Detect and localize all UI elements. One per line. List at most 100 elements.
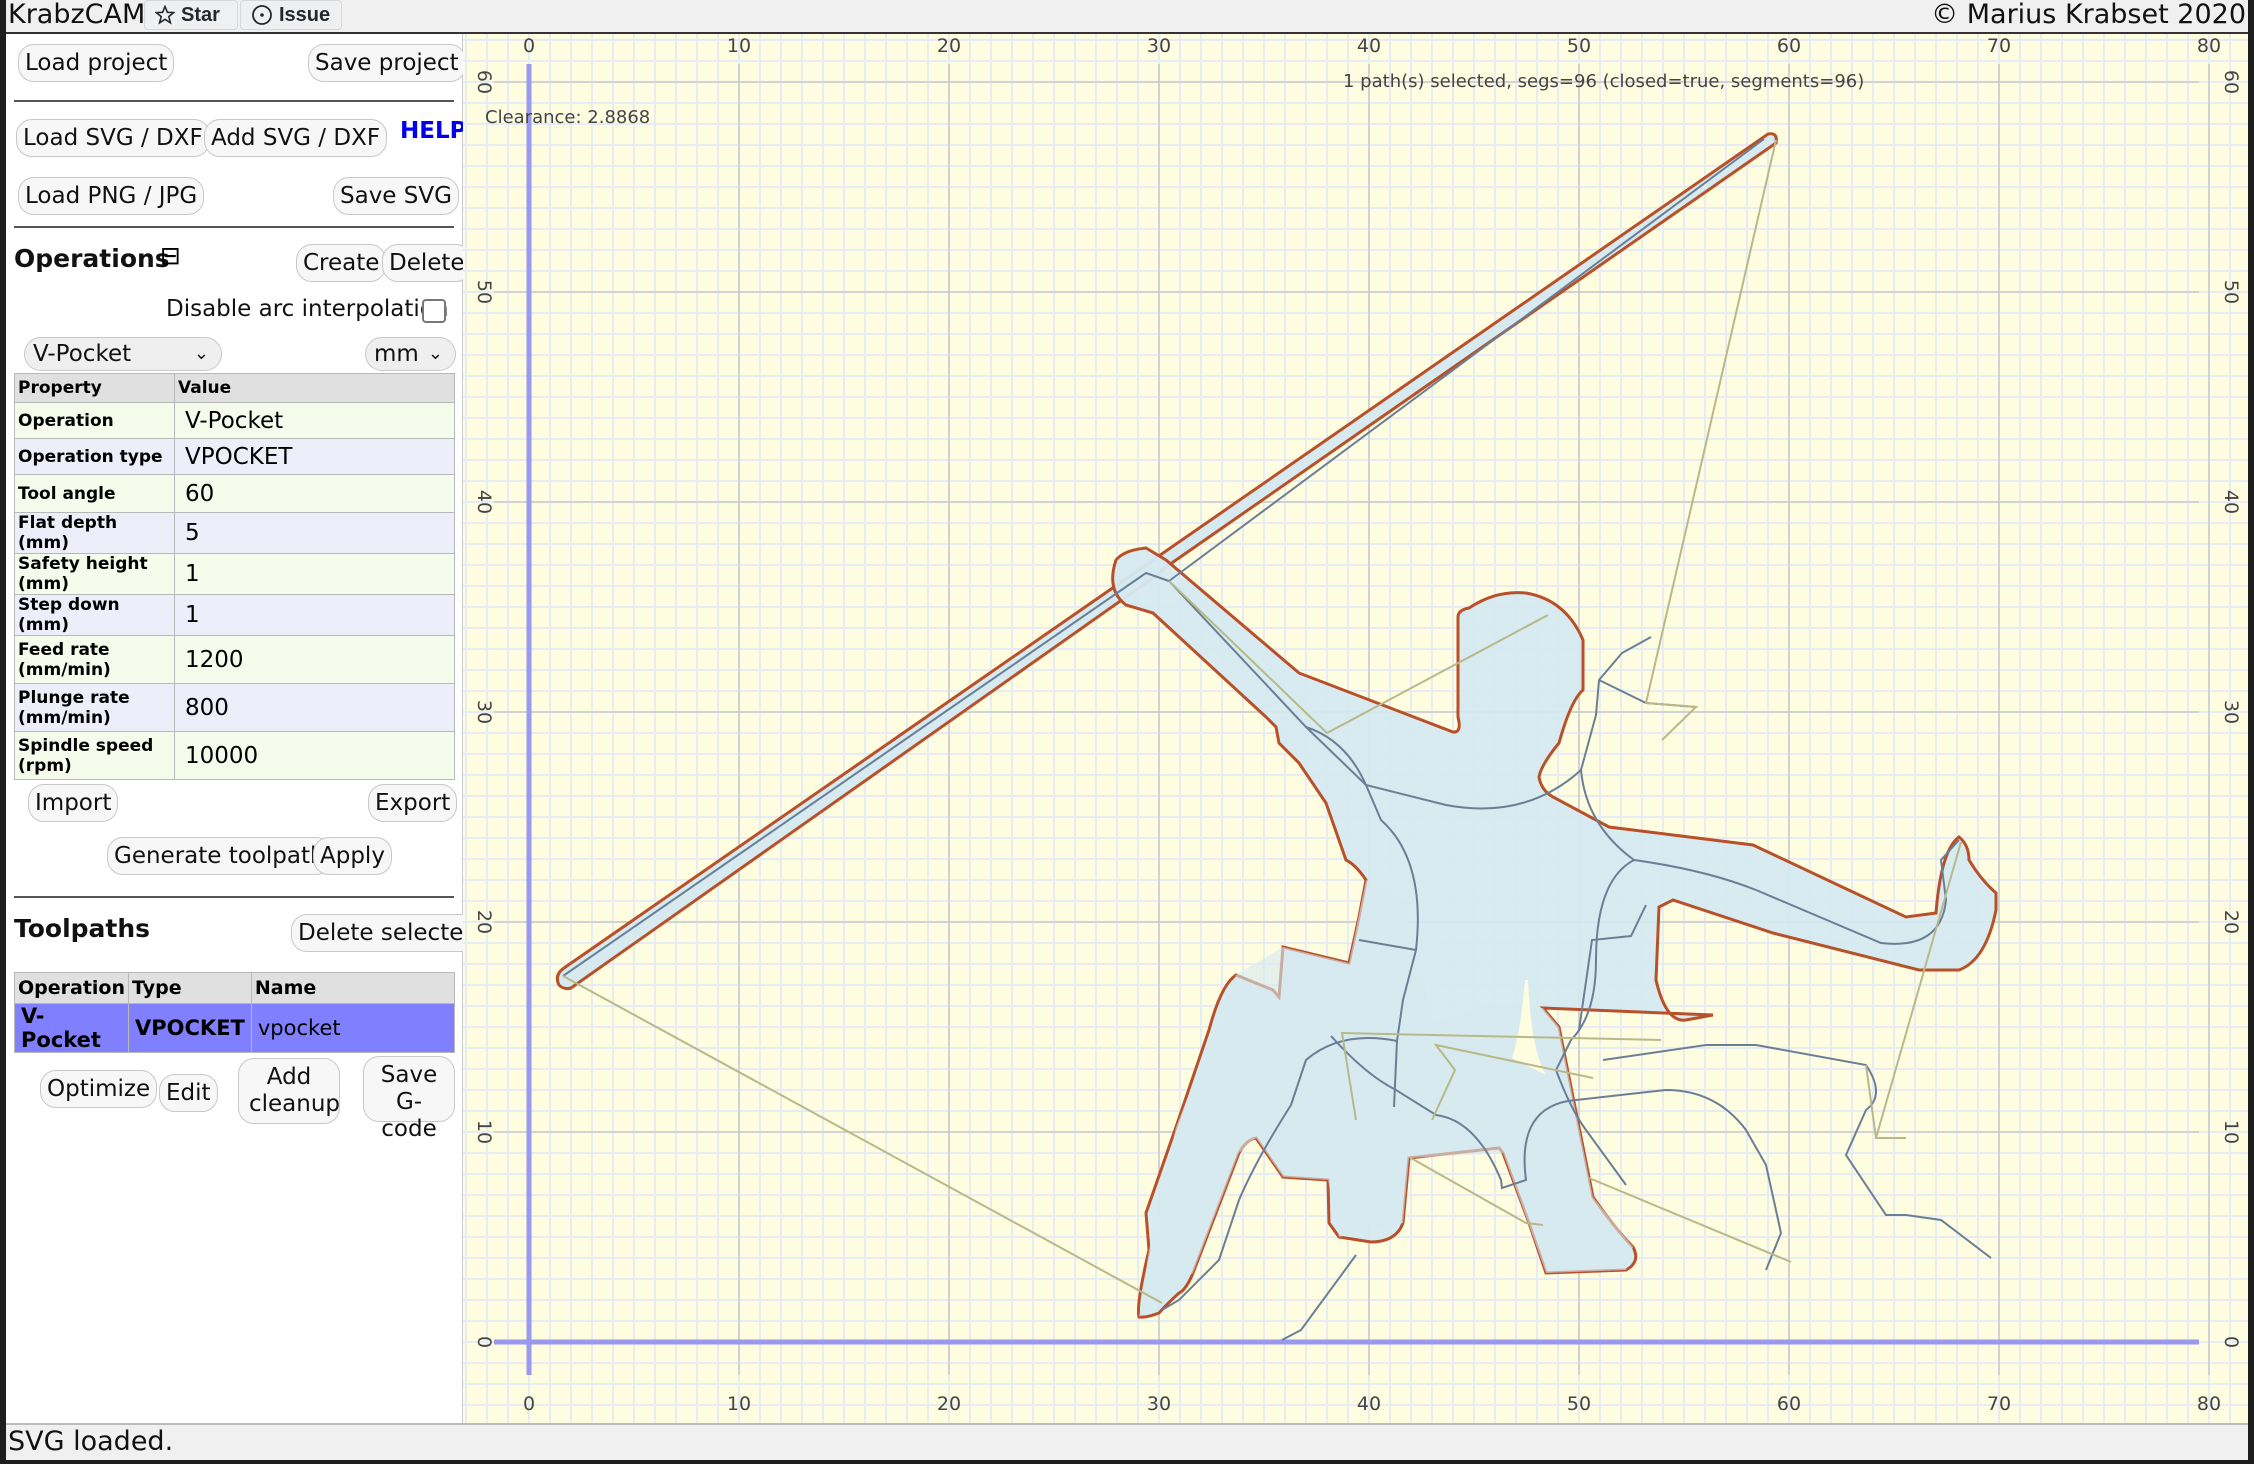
load-png-button[interactable]: Load PNG / JPG [18,177,205,215]
toolpath-operation: V-Pocket [13,1003,130,1053]
operation-header: Operation [13,972,130,1004]
property-name: Operation type [14,438,175,475]
github-star-button[interactable]: Star [144,0,238,30]
delete-operation-button[interactable]: Delete [382,244,472,282]
property-value-input[interactable]: V-Pocket [174,402,455,439]
y-tick-label-right: 30 [2220,700,2242,724]
property-row: Operation type VPOCKET [14,438,455,475]
clearance-label: Clearance: 2.8868 [485,107,650,128]
star-label: Star [181,3,220,26]
app-title: KrabzCAM [8,0,146,30]
divider [14,896,454,898]
property-value-input[interactable]: 60 [174,474,455,513]
status-bar: SVG loaded. [6,1423,2248,1460]
delete-selected-button[interactable]: Delete selected [291,914,485,952]
y-tick-label-left: 30 [473,700,495,724]
y-tick-label-left: 20 [473,910,495,934]
properties-table: Property Value Operation V-Pocket Operatio… [14,373,455,780]
property-name: Spindle speed (rpm) [14,731,175,780]
load-project-button[interactable]: Load project [18,44,175,82]
issue-icon [252,5,272,25]
x-tick-label-top: 10 [727,35,751,57]
property-name: Feed rate (mm/min) [14,635,175,684]
property-name: Flat depth (mm) [14,512,175,554]
disable-arc-label: Disable arc interpolation [166,296,449,322]
unit-select[interactable]: mm ⌄ [365,337,456,371]
property-name: Safety height (mm) [14,553,175,595]
operations-title: Operations [14,244,170,273]
add-svg-button[interactable]: Add SVG / DXF [204,119,388,157]
y-tick-label-left: 0 [473,1336,495,1348]
save-project-button[interactable]: Save project [308,44,466,82]
property-value-input[interactable]: 800 [174,683,455,732]
disable-arc-checkbox[interactable] [422,299,446,323]
property-value-input[interactable]: 10000 [174,731,455,780]
property-row: Tool angle 60 [14,474,455,513]
load-svg-button[interactable]: Load SVG / DXF [16,119,210,157]
x-tick-label-bottom: 80 [2197,1393,2221,1415]
status-text: SVG loaded. [8,1426,174,1457]
save-gcode-button[interactable]: Save G-code [363,1056,455,1142]
help-link[interactable]: HELP [400,118,466,144]
property-value-input[interactable]: 1200 [174,635,455,684]
y-tick-label-right: 40 [2220,490,2242,514]
property-value-input[interactable]: 5 [174,512,455,554]
property-name: Plunge rate (mm/min) [14,683,175,732]
x-tick-label-bottom: 10 [727,1393,751,1415]
github-issue-button[interactable]: Issue [240,0,342,30]
generate-toolpath-button[interactable]: Generate toolpath [107,837,332,875]
divider [14,100,454,102]
selection-info: 1 path(s) selected, segs=96 (closed=true… [1343,71,1864,92]
x-tick-label-bottom: 50 [1567,1393,1591,1415]
collapse-icon[interactable]: ⊟ [160,241,181,270]
property-row: Spindle speed (rpm) 10000 [14,731,455,780]
type-header: Type [128,972,252,1004]
toolpaths-title: Toolpaths [14,914,151,943]
x-tick-label-bottom: 70 [1987,1393,2011,1415]
create-operation-button[interactable]: Create [296,244,387,282]
x-tick-label-top: 40 [1357,35,1381,57]
x-tick-label-bottom: 0 [523,1393,535,1415]
toolpath-row[interactable]: V-Pocket VPOCKET vpocket [13,1003,456,1053]
property-value-input[interactable]: 1 [174,553,455,595]
y-tick-label-right: 60 [2220,70,2242,94]
property-row: Plunge rate (mm/min) 800 [14,683,455,732]
y-tick-label-left: 50 [473,280,495,304]
property-value-input[interactable]: VPOCKET [174,438,455,475]
y-tick-label-left: 60 [473,70,495,94]
x-tick-label-top: 80 [2197,35,2221,57]
edit-button[interactable]: Edit [159,1074,218,1112]
divider [14,226,454,228]
y-tick-label-right: 50 [2220,280,2242,304]
property-row: Feed rate (mm/min) 1200 [14,635,455,684]
operation-type-select[interactable]: V-Pocket ⌄ [24,337,222,371]
apply-button[interactable]: Apply [313,837,392,875]
add-cleanup-button[interactable]: Add cleanup [238,1058,340,1124]
import-button[interactable]: Import [28,784,119,822]
property-name: Tool angle [14,474,175,513]
unit-value: mm [374,341,419,367]
y-tick-label-left: 40 [473,490,495,514]
issue-label: Issue [279,3,331,26]
value-header: Value [174,373,455,403]
export-button[interactable]: Export [368,784,458,822]
x-tick-label-top: 50 [1567,35,1591,57]
save-svg-button[interactable]: Save SVG [333,177,459,215]
property-row: Step down (mm) 1 [14,594,455,636]
x-tick-label-top: 0 [523,35,535,57]
y-tick-label-right: 0 [2220,1336,2242,1348]
name-header: Name [250,972,456,1004]
property-value-input[interactable]: 1 [174,594,455,636]
operation-type-value: V-Pocket [33,341,132,367]
chevron-down-icon: ⌄ [427,343,443,364]
cam-canvas[interactable]: 0 0 10 10 20 20 30 30 40 40 50 50 60 60 70 70 80 80 0 0 10 10… [463,34,2248,1423]
optimize-button[interactable]: Optimize [40,1070,158,1108]
toolpaths-table: Operation Type Name V-Pocket VPOCKET vpo… [13,972,456,1053]
y-tick-label-right: 20 [2220,910,2242,934]
x-tick-label-bottom: 40 [1357,1393,1381,1415]
property-header: Property [14,373,175,403]
x-tick-label-top: 20 [937,35,961,57]
y-tick-label-right: 10 [2220,1120,2242,1144]
property-row: Flat depth (mm) 5 [14,512,455,554]
top-bar: KrabzCAM Star Issue © Marius Krabset 202… [6,0,2248,34]
